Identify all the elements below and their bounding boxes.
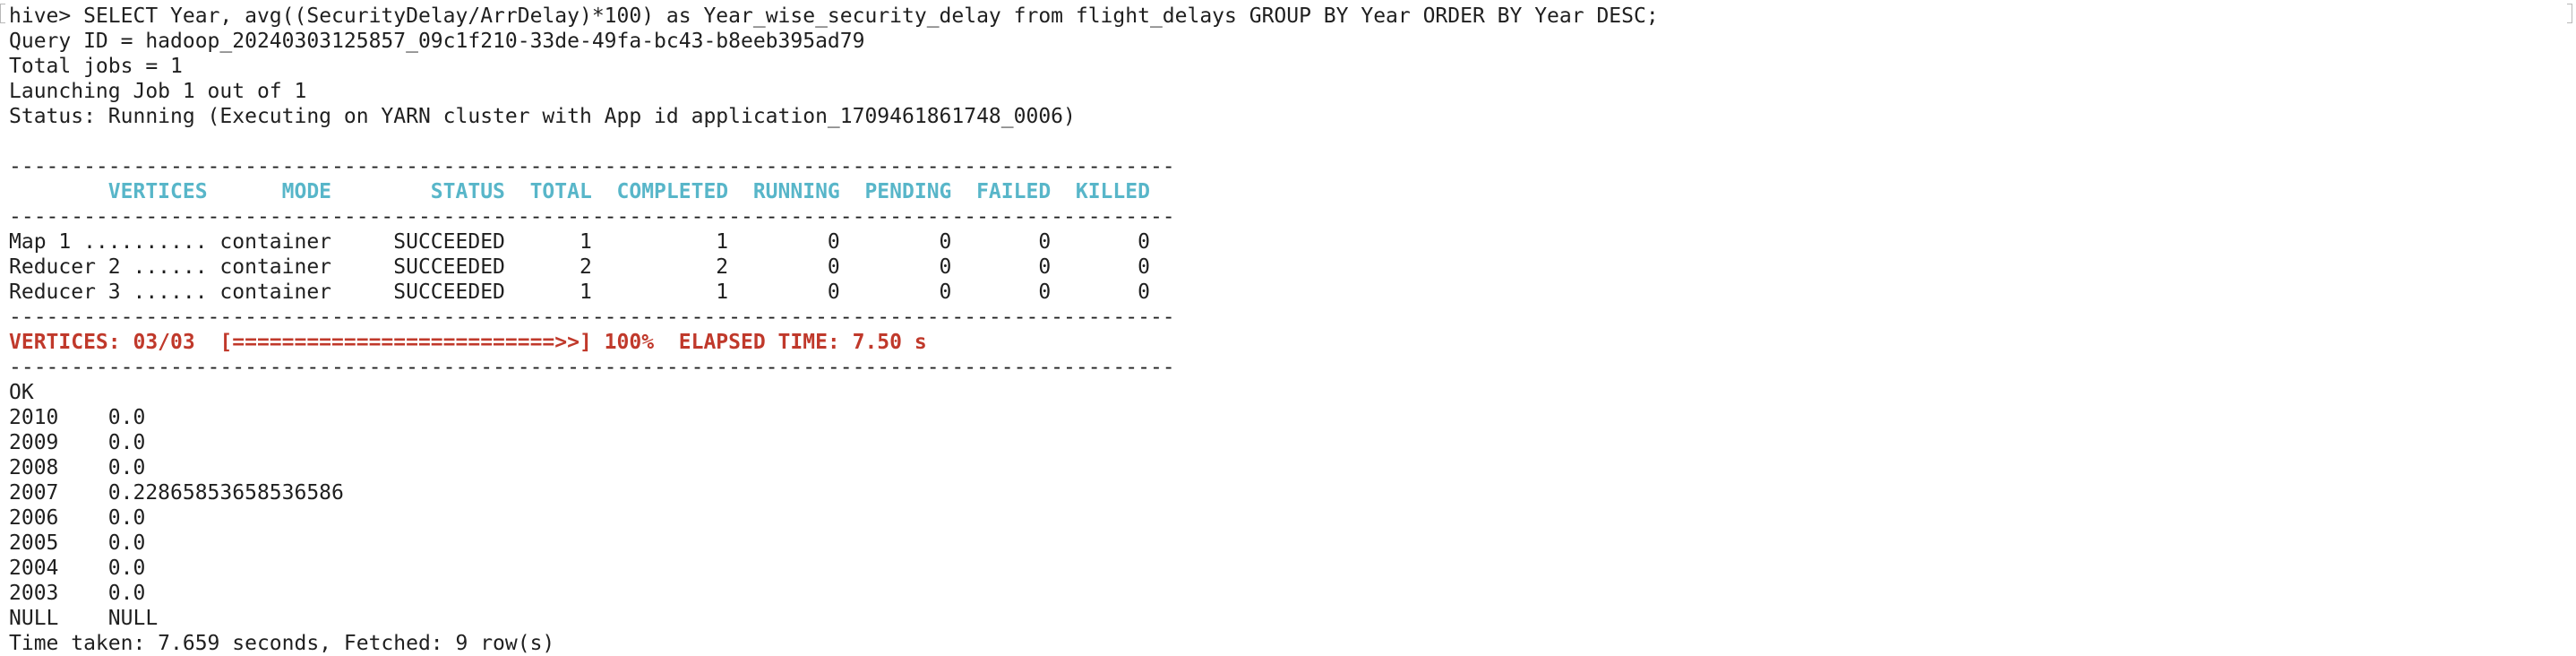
total-jobs-line: Total jobs = 1 [9, 55, 183, 78]
separator-line: ----------------------------------------… [9, 306, 1175, 329]
result-status-ok: OK [9, 381, 34, 404]
hive-prompt: hive> [9, 4, 84, 28]
time-taken-line: Time taken: 7.659 seconds, Fetched: 9 ro… [9, 632, 555, 655]
result-row: NULL NULL [9, 607, 159, 630]
vertex-row-map-1: Map 1 .......... container SUCCEEDED 1 1… [9, 230, 1150, 254]
vertex-row-reducer-3: Reducer 3 ...... container SUCCEEDED 1 1… [9, 281, 1150, 304]
launching-job-line: Launching Job 1 out of 1 [9, 80, 307, 103]
scroll-marker-left [0, 4, 5, 23]
vertex-row-reducer-2: Reducer 2 ...... container SUCCEEDED 2 2… [9, 255, 1150, 279]
result-row: 2004 0.0 [9, 557, 146, 580]
result-row: 2010 0.0 [9, 406, 146, 429]
query-id-line: Query ID = hadoop_20240303125857_09c1f21… [9, 30, 865, 53]
separator-line: ----------------------------------------… [9, 356, 1175, 379]
vertices-progress-line: VERTICES: 03/03 [=======================… [9, 331, 927, 354]
terminal-window[interactable]: hive> SELECT Year, avg((SecurityDelay/Ar… [0, 0, 2576, 656]
command-text: SELECT Year, avg((SecurityDelay/ArrDelay… [83, 4, 1659, 28]
result-row: 2005 0.0 [9, 531, 146, 555]
status-line: Status: Running (Executing on YARN clust… [9, 105, 1076, 128]
result-row: 2009 0.0 [9, 431, 146, 454]
result-row: 2007 0.22865853658536586 [9, 481, 344, 505]
separator-line: ----------------------------------------… [9, 205, 1175, 229]
separator-line: ----------------------------------------… [9, 155, 1175, 178]
command-line: hive> SELECT Year, avg((SecurityDelay/Ar… [9, 4, 2576, 29]
result-row: 2008 0.0 [9, 456, 146, 479]
vertices-table-header: VERTICES MODE STATUS TOTAL COMPLETED RUN… [9, 180, 1150, 203]
scroll-marker-right [2567, 4, 2572, 23]
result-row: 2003 0.0 [9, 582, 146, 605]
result-row: 2006 0.0 [9, 506, 146, 530]
